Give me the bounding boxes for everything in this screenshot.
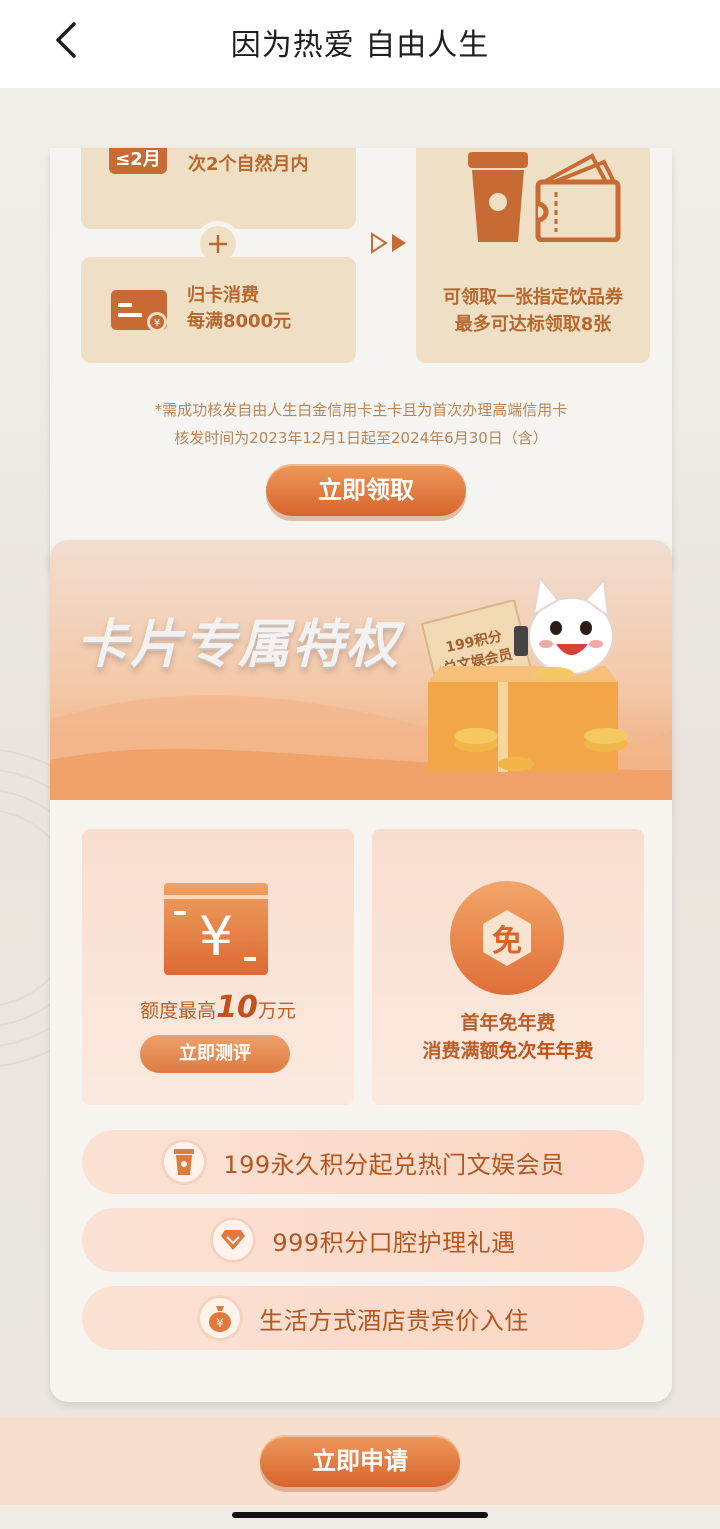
diamond-icon [210, 1217, 257, 1263]
condition-tile-months: ≤2月 次2个自然月内 [81, 148, 356, 229]
annual-fee-line1: 首年免年费 [460, 1012, 556, 1034]
credit-limit-tile: ¥ 额度最高10万元 立即测评 [82, 829, 354, 1105]
calendar-icon: ≤2月 [109, 148, 167, 174]
reward-tile: 可领取一张指定饮品券 最多可达标领取8张 [416, 148, 650, 363]
svg-text:¥: ¥ [154, 318, 160, 329]
claim-button[interactable]: 立即领取 [266, 464, 466, 516]
page-title: 因为热爱 自由人生 [230, 28, 490, 63]
arrow-right-icon [371, 232, 406, 254]
content-area[interactable]: ≤2月 次2个自然月内 ¥ 归卡消费 每满8000元 可领取一张指定饮品券 最多… [0, 88, 720, 1418]
annual-fee-line2-a: 消费满额 [422, 1040, 499, 1062]
privileges-banner: 卡片专属特权 199积分 兑文娱会员 [50, 540, 672, 800]
card-icon: ¥ [111, 290, 167, 332]
privilege-item-label: 199永久积分起兑热门文娱会员 [223, 1150, 565, 1179]
condition-months-text: 次2个自然月内 [188, 154, 309, 175]
cup-icon [161, 1139, 208, 1185]
footer-bar: 立即申请 [0, 1417, 720, 1505]
evaluate-button[interactable]: 立即测评 [140, 1035, 290, 1073]
credit-limit-suffix: 万元 [257, 1000, 296, 1022]
home-indicator[interactable] [232, 1512, 488, 1518]
privilege-item[interactable]: 999积分口腔护理礼遇 [82, 1208, 644, 1272]
fee-waiver-badge: 免 [492, 924, 522, 959]
privileges-card: 卡片专属特权 199积分 兑文娱会员 ¥ 额度最高10万元 立即测评 免 首年免… [50, 540, 672, 1402]
terms-note-line2: 核发时间为2023年12月1日起至2024年6月30日（含） [174, 429, 548, 447]
credit-limit-prefix: 额度最高 [140, 1000, 217, 1022]
promo-card: ≤2月 次2个自然月内 ¥ 归卡消费 每满8000元 可领取一张指定饮品券 最多… [50, 148, 672, 580]
gift-box-illustration [428, 575, 628, 772]
privilege-item[interactable]: 199永久积分起兑热门文娱会员 [82, 1130, 644, 1194]
navigation-bar: 因为热爱 自由人生 [0, 0, 720, 88]
ticket-icon [535, 153, 621, 242]
condition-spend-line2: 每满8000元 [187, 311, 292, 332]
credit-limit-value: 10 [216, 990, 258, 1025]
annual-fee-text: 首年免年费 消费满额免次年年费 [372, 1009, 644, 1065]
condition-tile-spend: ¥ 归卡消费 每满8000元 [81, 257, 356, 363]
svg-text:¥: ¥ [216, 1316, 224, 1330]
privilege-item-label: 生活方式酒店贵宾价入住 [259, 1306, 529, 1335]
reward-line1: 可领取一张指定饮品券 [443, 287, 623, 308]
privilege-item-label: 999积分口腔护理礼遇 [272, 1228, 516, 1257]
annual-fee-tile: 免 首年免年费 消费满额免次年年费 [372, 829, 644, 1105]
banner-title: 卡片专属特权 [76, 615, 401, 675]
reward-text: 可领取一张指定饮品券 最多可达标领取8张 [416, 284, 650, 338]
reward-line2: 最多可达标领取8张 [454, 314, 612, 335]
wallet-yuan-icon: ¥ [164, 883, 268, 975]
money-bag-icon: ¥ [197, 1295, 244, 1341]
terms-note-line1: *需成功核发自由人生白金信用卡主卡且为首次办理高端信用卡 [154, 401, 568, 419]
terms-note: *需成功核发自由人生白金信用卡主卡且为首次办理高端信用卡 核发时间为2023年1… [50, 396, 672, 452]
annual-fee-line2-b: 免次年年费 [498, 1040, 594, 1062]
annual-fee-line2: 消费满额免次年年费 [372, 1037, 644, 1065]
privilege-item[interactable]: ¥ 生活方式酒店贵宾价入住 [82, 1286, 644, 1350]
svg-text:¥: ¥ [199, 905, 233, 968]
fee-waiver-icon: 免 [450, 881, 564, 995]
credit-limit-text: 额度最高10万元 [82, 993, 354, 1026]
apply-button[interactable]: 立即申请 [260, 1435, 460, 1487]
condition-spend-line1: 归卡消费 [187, 285, 259, 306]
cup-icon [468, 152, 528, 242]
